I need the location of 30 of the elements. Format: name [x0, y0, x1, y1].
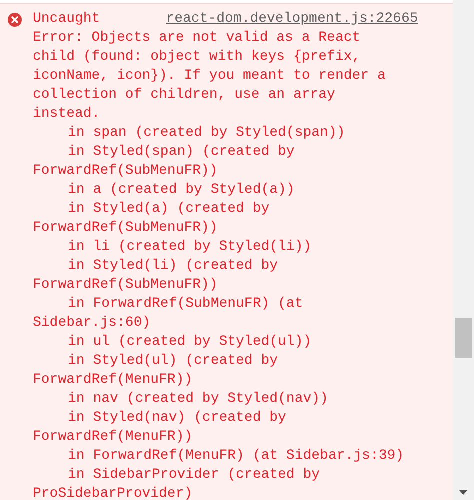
error-text-line: in Styled(li) (created by [67, 257, 278, 276]
error-text-line: ProSidebarProvider) [33, 485, 193, 500]
error-text-line: iconName, icon}). If you meant to render a [33, 67, 386, 86]
error-text-line: in ul (created by Styled(ul)) [67, 333, 312, 352]
error-text-line: ForwardRef(SubMenuFR)) [33, 219, 218, 238]
error-text-line: child (found: object with keys {prefix, [33, 48, 361, 67]
error-text-line: ForwardRef(MenuFR)) [33, 371, 193, 390]
error-text-line: instead. [33, 105, 100, 124]
error-text-line: in nav (created by Styled(nav)) [67, 390, 328, 409]
source-link[interactable]: react-dom.development.js:22665 [166, 10, 418, 29]
error-text-line: in Styled(nav) (created by [67, 409, 286, 428]
error-text-line: collection of children, use an array [33, 86, 336, 105]
error-text-line: in li (created by Styled(li)) [67, 238, 312, 257]
error-text-line: in span (created by Styled(span)) [67, 124, 346, 143]
error-text-line: in Styled(span) (created by [67, 143, 295, 162]
error-icon [8, 12, 22, 26]
error-text-line: in SidebarProvider (created by [67, 466, 320, 485]
error-text-line: Error: Objects are not valid as a React [33, 29, 361, 48]
scrollbar-thumb[interactable] [455, 318, 472, 358]
scroll-down-icon[interactable] [459, 490, 468, 495]
error-text-line: in Styled(a) (created by [67, 200, 270, 219]
uncaught-label: Uncaught [33, 10, 100, 29]
error-text-line: ForwardRef(SubMenuFR)) [33, 162, 218, 181]
error-text-line: Sidebar.js:60) [33, 314, 151, 333]
error-text-line: ForwardRef(SubMenuFR)) [33, 276, 218, 295]
error-text-line: in ForwardRef(MenuFR) (at Sidebar.js:39) [67, 447, 404, 466]
error-text-line: ForwardRef(MenuFR)) [33, 428, 193, 447]
error-text-line: in ForwardRef(SubMenuFR) (at [67, 295, 304, 314]
error-text-line: in Styled(ul) (created by [67, 352, 278, 371]
error-text-line: in a (created by Styled(a)) [67, 181, 295, 200]
